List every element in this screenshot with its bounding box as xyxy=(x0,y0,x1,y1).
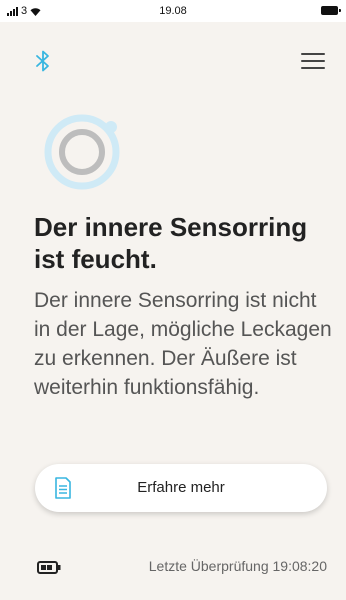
alert-title: Der innere Sensorring ist feucht. xyxy=(34,212,308,274)
bluetooth-icon[interactable] xyxy=(35,50,51,72)
sensor-ring-icon xyxy=(44,114,120,190)
status-time: 19.08 xyxy=(159,5,187,17)
last-check-status: Letzte Überprüfung 19:08:20 xyxy=(149,558,327,574)
battery-icon xyxy=(37,561,61,574)
battery-icon xyxy=(321,6,341,15)
last-check-time: 19:08:20 xyxy=(272,558,328,574)
menu-icon[interactable] xyxy=(301,52,325,70)
status-bar: 3 19.08 xyxy=(0,0,346,22)
learn-more-button[interactable]: Erfahre mehr xyxy=(35,464,327,512)
alert-description: Der innere Sensorring ist nicht in der L… xyxy=(34,289,332,399)
learn-more-label: Erfahre mehr xyxy=(137,479,225,496)
last-check-label: Letzte Überprüfung xyxy=(148,558,269,574)
